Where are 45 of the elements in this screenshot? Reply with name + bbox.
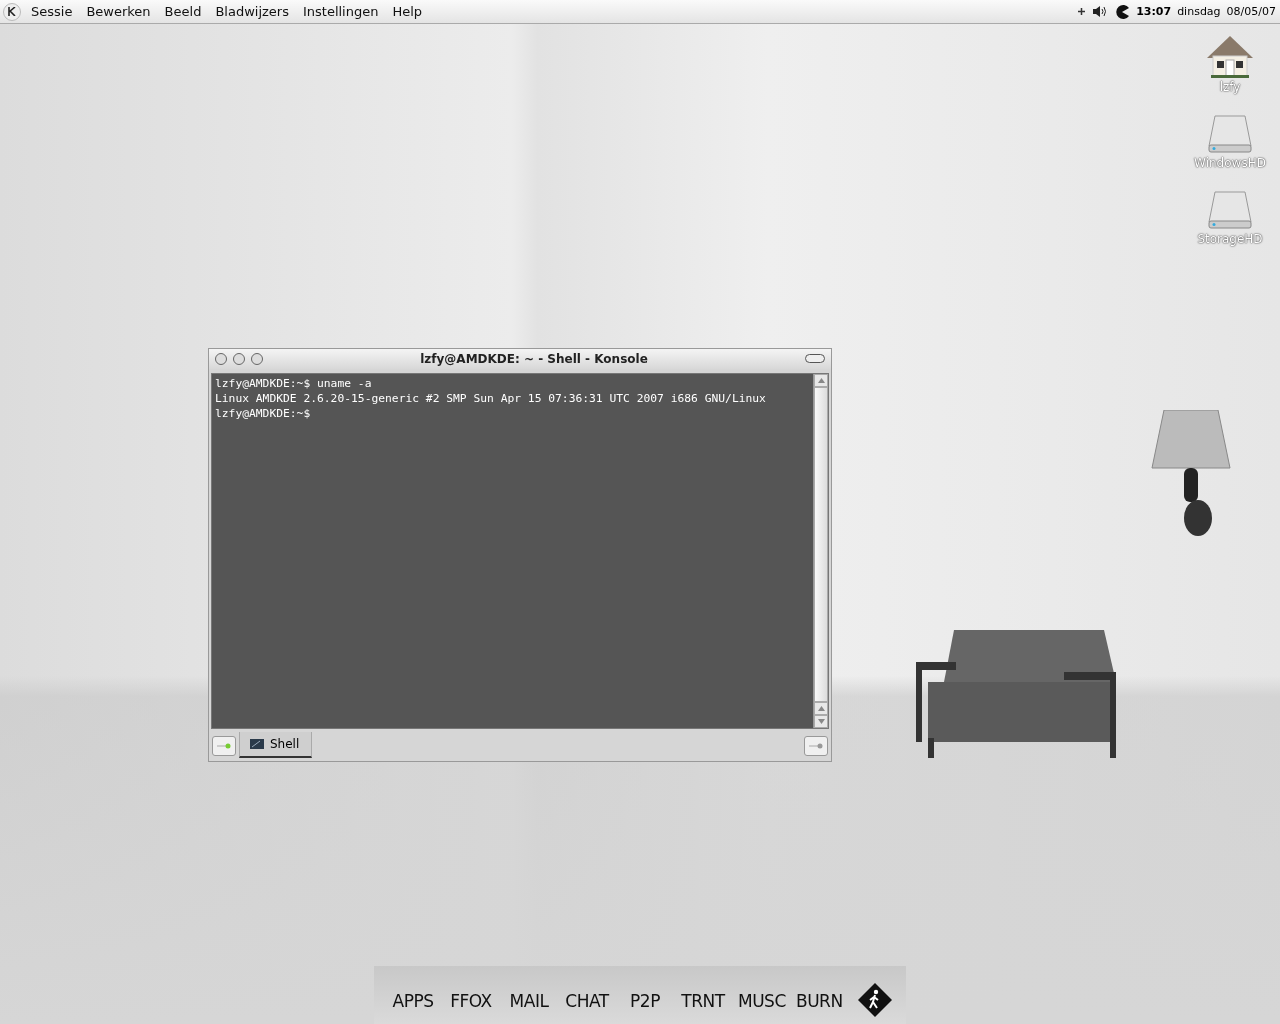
desktop-icon-label[interactable]: lzfy — [1219, 80, 1241, 94]
dock-item[interactable]: FFOX — [442, 978, 500, 1012]
tab[interactable]: Shell — [239, 732, 313, 758]
close-tab-button[interactable] — [804, 736, 828, 756]
menu-item[interactable]: Bladwijzers — [209, 4, 297, 19]
dock-item[interactable]: MAIL — [500, 978, 558, 1012]
dock-item[interactable]: CHAT — [558, 978, 616, 1012]
menu-item[interactable]: Beeld — [158, 4, 210, 19]
terminal-line: Linux AMDKDE 2.6.20-15-generic #2 SMP Sun Apr 15 07:36:31 UTC 2007 i686 GNU/Linux — [215, 390, 766, 406]
terminal-icon — [250, 739, 264, 749]
plug-icon — [217, 743, 231, 749]
clock-time: 13:07 — [1136, 5, 1172, 18]
window-button[interactable] — [251, 352, 263, 365]
k-menu-button[interactable] — [3, 2, 21, 21]
plug-icon — [809, 743, 823, 749]
dock-item[interactable]: BURN — [790, 978, 848, 1012]
k-logo-icon — [8, 7, 16, 16]
shade-button[interactable] — [805, 354, 825, 364]
terminal-line: lzfy@AMDKDE:~$ uname -a — [215, 375, 372, 391]
menu-item[interactable]: Instellingen — [296, 4, 387, 19]
walking-person-icon[interactable] — [858, 983, 892, 1017]
dock-item[interactable]: MUSC — [732, 978, 790, 1012]
volume-icon[interactable] — [1092, 5, 1109, 18]
window-button[interactable] — [215, 352, 227, 365]
house-icon[interactable] — [1205, 34, 1255, 78]
up-arrow-icon[interactable] — [817, 377, 825, 383]
terminal-line: lzfy@AMDKDE:~$ — [215, 405, 311, 421]
scrollbar[interactable] — [813, 373, 828, 728]
dock-item[interactable]: APPS — [384, 978, 442, 1012]
new-tab-button[interactable] — [212, 736, 236, 756]
desktop-icon-label[interactable]: WindowsHD — [1194, 156, 1266, 170]
plus-icon[interactable] — [1077, 7, 1087, 16]
window-button[interactable] — [233, 352, 245, 365]
window-title: lzfy@AMDKDE: ~ - Shell - Konsole — [419, 351, 649, 366]
down-arrow-icon[interactable] — [817, 719, 825, 724]
menu-item[interactable]: Help — [386, 4, 431, 19]
up-arrow-icon[interactable] — [817, 706, 825, 711]
desktop-icon-label[interactable]: StorageHD — [1197, 232, 1263, 246]
menu-item[interactable]: Bewerken — [80, 4, 159, 19]
clock-date: 08/05/07 — [1226, 5, 1276, 18]
dock-item[interactable]: P2P — [616, 978, 674, 1012]
clock-day: dinsdag — [1177, 5, 1221, 18]
menu-item[interactable]: Sessie — [25, 4, 81, 19]
dock-item[interactable]: TRNT — [674, 978, 732, 1012]
pacman-icon[interactable] — [1114, 3, 1131, 20]
